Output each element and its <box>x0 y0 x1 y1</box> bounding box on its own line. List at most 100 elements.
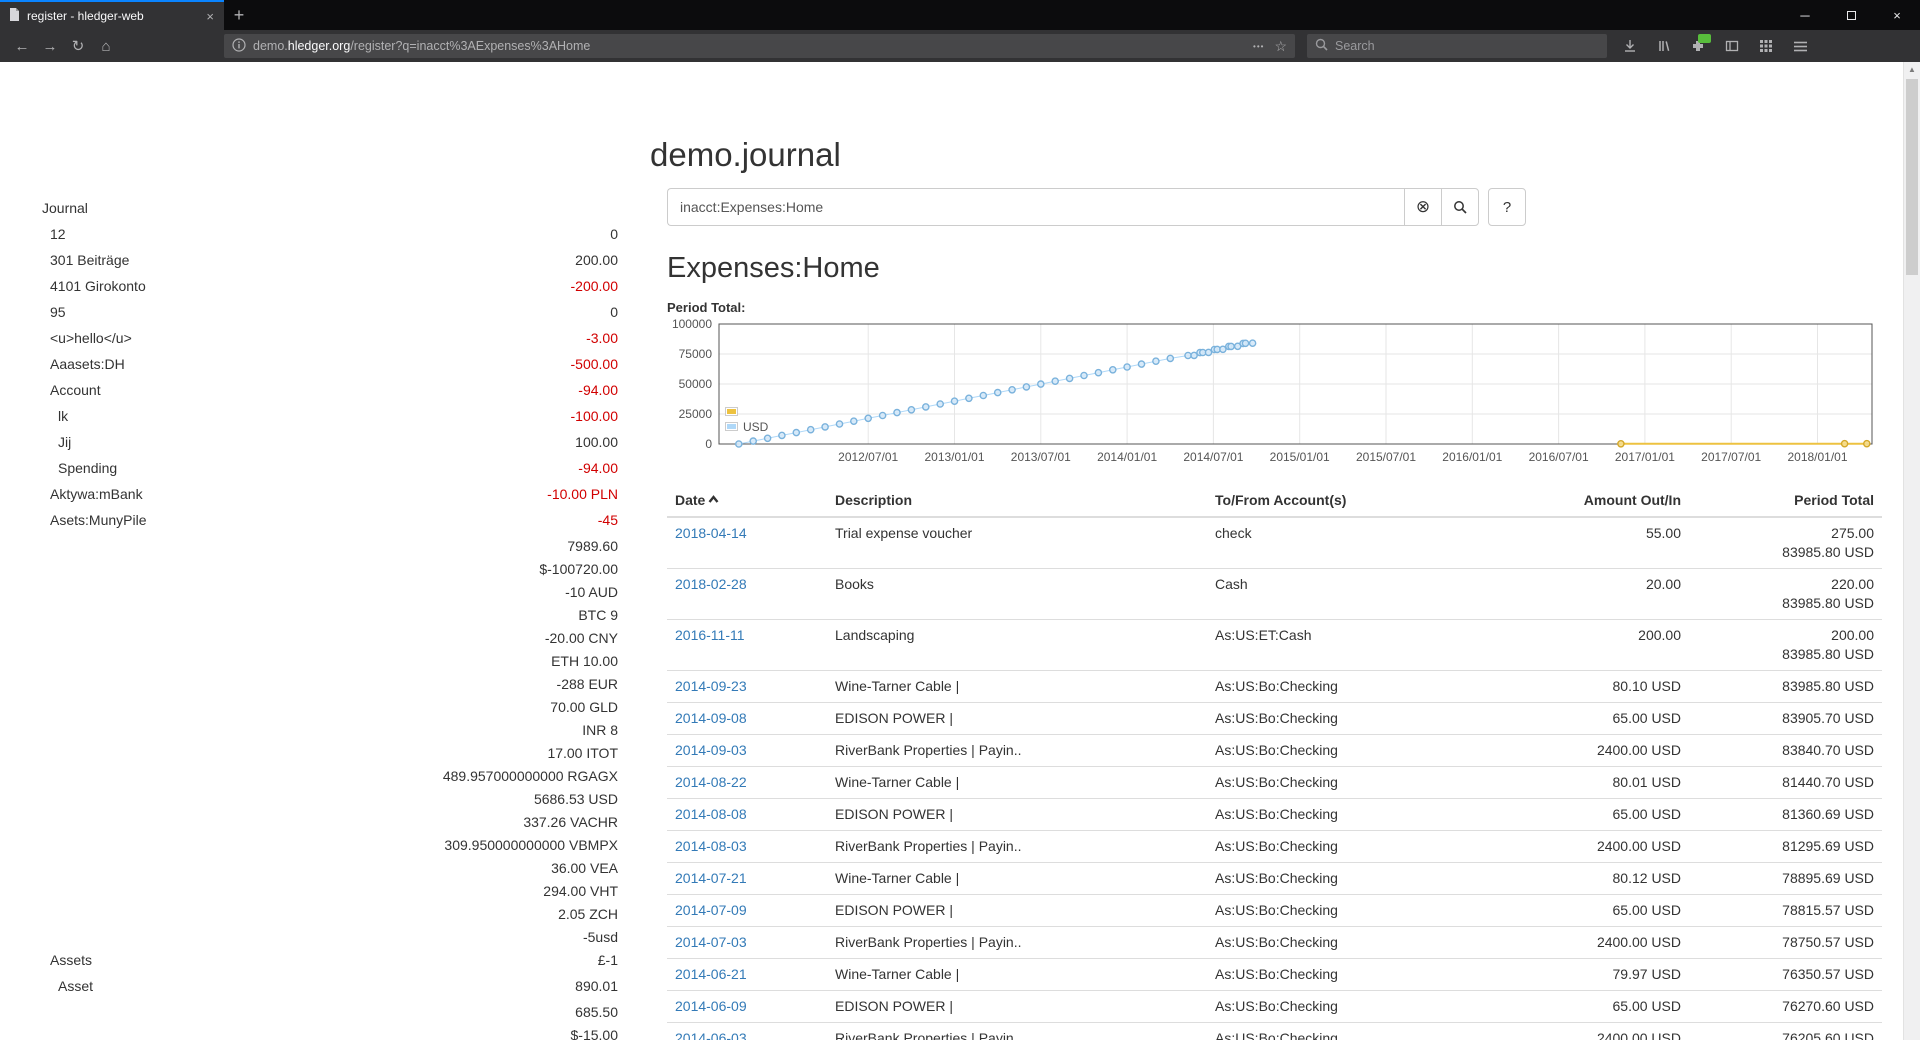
transaction-date-link[interactable]: 2018-04-14 <box>675 525 747 541</box>
period-total-cell: 81360.69 USD <box>1689 799 1882 831</box>
balance-amount: 685.50 <box>545 1001 618 1024</box>
transaction-date-link[interactable]: 2018-02-28 <box>675 576 747 592</box>
balance-amount: -94.00 <box>578 457 618 480</box>
sidebar-accounts: 120301 Beiträge200.004101 Girokonto-200.… <box>42 223 618 1040</box>
help-button[interactable]: ? <box>1488 188 1526 226</box>
transaction-date-link[interactable]: 2014-08-08 <box>675 806 747 822</box>
amount-cell: 65.00 USD <box>1457 799 1689 831</box>
account-link[interactable]: Aktywa:mBank <box>42 483 547 506</box>
page-actions-icon[interactable]: ••• <box>1253 42 1264 51</box>
account-link[interactable]: Assets <box>42 949 443 972</box>
search-button[interactable] <box>1441 188 1479 226</box>
svg-text:0: 0 <box>705 437 712 451</box>
account-cell: As:US:Bo:Checking <box>1207 959 1457 991</box>
download-icon[interactable] <box>1617 33 1643 59</box>
account-link[interactable]: 301 Beiträge <box>42 249 575 272</box>
description-cell: Books <box>827 569 1207 620</box>
description-cell: Trial expense voucher <box>827 517 1207 569</box>
browser-search-bar[interactable]: Search <box>1307 34 1607 58</box>
balance-amount: £-1 <box>443 949 618 972</box>
search-form: ⊗ ? <box>667 188 1882 226</box>
account-balance: 200.00 <box>575 249 618 272</box>
date-cell: 2016-11-11 <box>667 620 827 671</box>
library-icon[interactable] <box>1651 33 1677 59</box>
account-link[interactable]: 4101 Girokonto <box>42 275 571 298</box>
account-balance: -45 <box>598 509 618 532</box>
scrollbar-thumb[interactable] <box>1906 79 1918 275</box>
register-row: 2014-06-03RiverBank Properties | Payin..… <box>667 1023 1882 1040</box>
account-link[interactable]: Jij <box>42 431 575 454</box>
transaction-date-link[interactable]: 2014-08-22 <box>675 774 747 790</box>
home-button[interactable]: ⌂ <box>92 33 120 59</box>
register-row: 2014-07-21Wine-Tarner Cable |As:US:Bo:Ch… <box>667 863 1882 895</box>
site-info-icon[interactable] <box>232 38 246 55</box>
forward-button[interactable]: → <box>36 33 64 59</box>
journal-link[interactable]: Journal <box>42 200 88 216</box>
account-link[interactable]: Aaasets:DH <box>42 353 571 376</box>
transaction-date-link[interactable]: 2014-09-23 <box>675 678 747 694</box>
transaction-date-link[interactable]: 2014-07-21 <box>675 870 747 886</box>
date-cell: 2014-09-23 <box>667 671 827 703</box>
transaction-date-link[interactable]: 2014-06-03 <box>675 1030 747 1040</box>
amount-cell: 2400.00 USD <box>1457 735 1689 767</box>
account-link[interactable]: 95 <box>42 301 610 324</box>
transaction-date-link[interactable]: 2014-09-03 <box>675 742 747 758</box>
amount-cell: 65.00 USD <box>1457 991 1689 1023</box>
url-bar[interactable]: demo.hledger.org/register?q=inacct%3AExp… <box>224 34 1295 58</box>
legend-entry: USD <box>725 419 768 434</box>
search-input[interactable] <box>667 188 1404 226</box>
account-link[interactable]: Account <box>42 379 578 402</box>
window-maximize-button[interactable] <box>1828 0 1874 30</box>
extension-icon[interactable] <box>1685 33 1711 59</box>
transaction-date-link[interactable]: 2014-09-08 <box>675 710 747 726</box>
toolbar-icons <box>1617 33 1813 59</box>
account-cell: As:US:Bo:Checking <box>1207 735 1457 767</box>
balance-amount: -10 AUD <box>443 581 618 604</box>
scrollbar-up-icon[interactable]: ▲ <box>1904 62 1920 78</box>
extension-badge <box>1698 34 1711 43</box>
svg-text:2015/01/01: 2015/01/01 <box>1270 450 1330 464</box>
reload-button[interactable]: ↻ <box>64 33 92 59</box>
amount-cell: 20.00 <box>1457 569 1689 620</box>
column-header-date[interactable]: Date <box>667 484 827 517</box>
transaction-date-link[interactable]: 2014-07-09 <box>675 902 747 918</box>
bookmark-star-icon[interactable]: ☆ <box>1274 38 1287 55</box>
browser-tab[interactable]: register - hledger-web × <box>0 0 224 30</box>
svg-text:25000: 25000 <box>679 407 713 421</box>
account-link[interactable]: Asets:MunyPile <box>42 509 598 532</box>
description-cell: EDISON POWER | <box>827 991 1207 1023</box>
transaction-date-link[interactable]: 2014-07-03 <box>675 934 747 950</box>
balance-amount: 2.05 ZCH <box>443 903 618 926</box>
description-cell: Wine-Tarner Cable | <box>827 959 1207 991</box>
new-tab-button[interactable]: + <box>224 0 254 30</box>
grid-icon[interactable] <box>1753 33 1779 59</box>
tab-close-icon[interactable]: × <box>204 9 216 24</box>
account-link[interactable]: lk <box>42 405 571 428</box>
transaction-date-link[interactable]: 2014-06-09 <box>675 998 747 1014</box>
account-cell: Cash <box>1207 569 1457 620</box>
transaction-date-link[interactable]: 2016-11-11 <box>675 627 745 643</box>
transaction-date-link[interactable]: 2014-08-03 <box>675 838 747 854</box>
balance-amount: 294.00 VHT <box>443 880 618 903</box>
balance-amount: -10.00 PLN <box>547 483 618 506</box>
menu-icon[interactable] <box>1787 33 1813 59</box>
page-scrollbar[interactable]: ▲ <box>1903 62 1920 1040</box>
date-cell: 2014-08-03 <box>667 831 827 863</box>
account-link[interactable]: <u>hello</u> <box>42 327 586 350</box>
balance-amount: BTC 9 <box>443 604 618 627</box>
column-header-description: Description <box>827 484 1207 517</box>
account-link[interactable]: Asset <box>42 975 575 998</box>
clear-search-button[interactable]: ⊗ <box>1404 188 1442 226</box>
balance-amount: -3.00 <box>586 327 618 350</box>
sidebar-toggle-icon[interactable] <box>1719 33 1745 59</box>
window-close-button[interactable]: × <box>1874 0 1920 30</box>
page-content: ▲ demo.journal Journal 120301 Beiträge20… <box>0 62 1920 1040</box>
back-button[interactable]: ← <box>8 33 36 59</box>
window-minimize-button[interactable]: ─ <box>1782 0 1828 30</box>
account-link[interactable]: Spending <box>42 457 578 480</box>
transaction-date-link[interactable]: 2014-06-21 <box>675 966 747 982</box>
balance-amount: 7989.60 <box>443 535 618 558</box>
balance-chart[interactable]: 02500050000750001000002012/07/012013/01/… <box>667 318 1882 470</box>
account-link[interactable]: 12 <box>42 223 610 246</box>
description-cell: EDISON POWER | <box>827 703 1207 735</box>
